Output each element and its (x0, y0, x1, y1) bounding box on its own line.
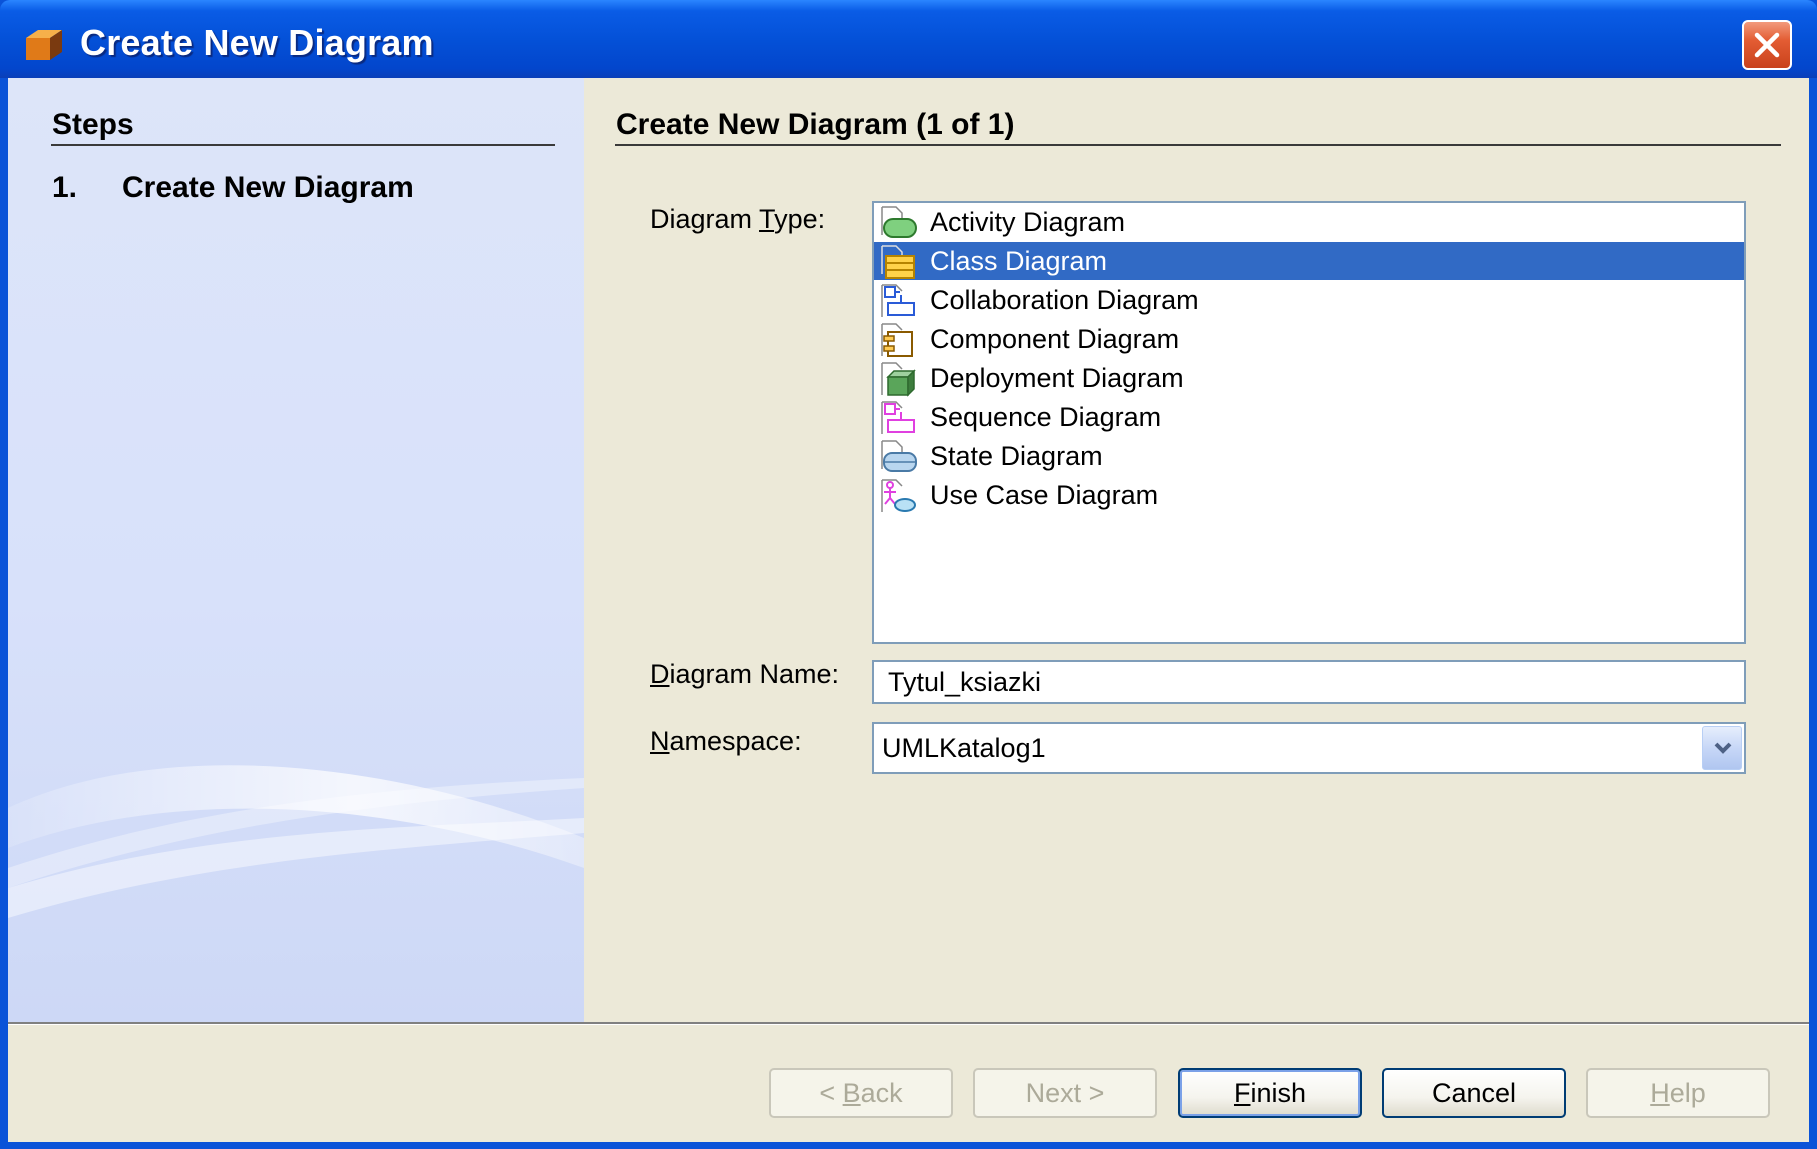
list-item-label: Activity Diagram (930, 207, 1126, 237)
list-item-label: Sequence Diagram (930, 402, 1162, 432)
cube-icon (26, 30, 62, 60)
use-case-diagram-icon (881, 479, 916, 512)
steps-title: Steps (52, 108, 134, 141)
activity-diagram-icon (881, 206, 917, 238)
namespace-select[interactable]: UMLKatalog1 (872, 722, 1746, 774)
diagram-type-list[interactable]: Activity Diagram Class Diagram Collabora… (872, 201, 1746, 644)
namespace-value: UMLKatalog1 (882, 733, 1046, 763)
list-item-label: Class Diagram (930, 246, 1108, 276)
panel-divider (615, 144, 1781, 146)
list-item-label: Use Case Diagram (930, 480, 1159, 510)
title-bar[interactable]: Create New Diagram (0, 0, 1817, 78)
chevron-down-icon (1714, 742, 1732, 754)
window-title: Create New Diagram (80, 22, 434, 63)
diagram-name-label: Diagram Name: (650, 659, 840, 689)
close-icon (1754, 32, 1780, 58)
panel-title: Create New Diagram (1 of 1) (616, 108, 1015, 141)
next-button[interactable]: Next > (973, 1068, 1157, 1118)
close-button[interactable] (1742, 20, 1792, 70)
list-item[interactable]: Sequence Diagram (874, 398, 1744, 436)
create-new-diagram-dialog: Create New Diagram Steps 1. Create New D… (0, 0, 1817, 1149)
steps-divider (51, 144, 555, 146)
back-button[interactable]: < Back (769, 1068, 953, 1118)
sequence-diagram-icon (881, 401, 915, 434)
deployment-diagram-icon (881, 362, 916, 397)
diagram-type-label: Diagram Type: (650, 204, 826, 234)
list-item-selected[interactable]: Class Diagram (874, 242, 1744, 280)
list-item-label: Component Diagram (930, 324, 1180, 354)
list-item-label: Deployment Diagram (930, 363, 1184, 393)
step-label: Create New Diagram (122, 171, 414, 204)
list-item[interactable]: Use Case Diagram (874, 476, 1744, 514)
list-item[interactable]: State Diagram (874, 437, 1744, 475)
list-item[interactable]: Deployment Diagram (874, 359, 1744, 397)
diagram-name-input[interactable] (872, 660, 1746, 704)
help-button[interactable]: Help (1586, 1068, 1770, 1118)
decorative-swoosh (8, 765, 584, 918)
dialog-body: Steps 1. Create New Diagram Create New D… (8, 78, 1809, 1142)
list-item[interactable]: Activity Diagram (874, 203, 1744, 241)
cancel-button[interactable]: Cancel (1382, 1068, 1566, 1118)
component-diagram-icon (881, 323, 913, 357)
step-number: 1. (52, 171, 78, 204)
finish-button[interactable]: Finish (1178, 1068, 1362, 1118)
dropdown-button[interactable] (1702, 726, 1742, 770)
namespace-label: Namespace: (650, 726, 802, 756)
list-item[interactable]: Component Diagram (874, 320, 1744, 358)
collaboration-diagram-icon (881, 284, 915, 317)
list-item-label: State Diagram (930, 441, 1103, 471)
list-item[interactable]: Collaboration Diagram (874, 281, 1744, 319)
class-diagram-icon (881, 245, 915, 279)
steps-pane: Steps 1. Create New Diagram (8, 78, 584, 1022)
state-diagram-icon (881, 440, 917, 472)
button-bar-divider (8, 1022, 1809, 1025)
list-item-label: Collaboration Diagram (930, 285, 1199, 315)
